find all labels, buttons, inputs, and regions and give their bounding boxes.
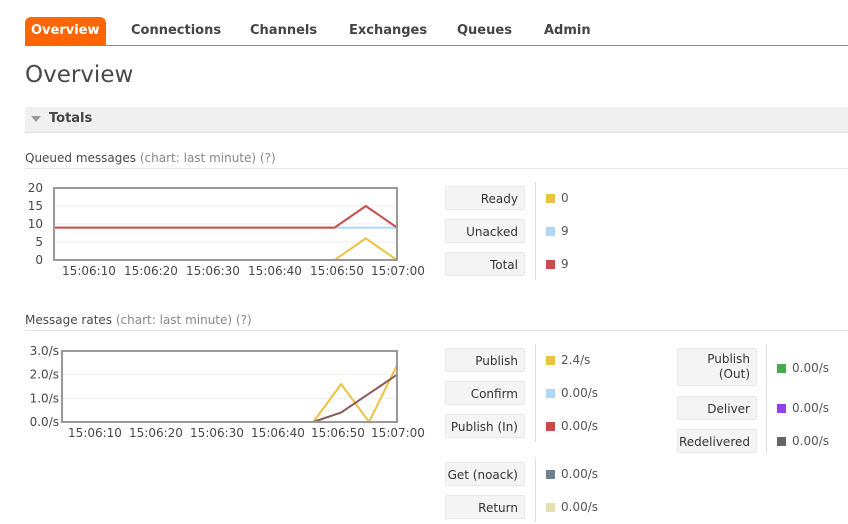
message-rates-chart: 0.0/s 1.0/s 2.0/s 3.0/s 15:06:10 15:06:20 15:0…	[30, 344, 425, 440]
confirm-label: Confirm	[445, 381, 525, 405]
publish-out-swatch	[777, 364, 786, 373]
y-tick-label: 1.0/s	[30, 391, 59, 405]
collapse-triangle-icon	[31, 116, 41, 122]
publish-label: Publish	[445, 348, 525, 372]
confirm-value: 0.00/s	[546, 386, 598, 400]
redelivered-value-text: 0.00/s	[792, 434, 830, 448]
get-noack-swatch	[546, 470, 555, 479]
divider	[535, 344, 536, 442]
publish-in-value-text: 0.00/s	[561, 419, 599, 433]
total-value-text: 9	[561, 257, 569, 271]
deliver-swatch	[777, 404, 786, 413]
publish-value-text: 2.4/s	[561, 353, 591, 367]
publish-swatch	[546, 356, 555, 365]
y-tick-label: 10	[28, 217, 43, 231]
publish-out-label: Publish (Out)	[677, 348, 757, 386]
unacked-label: Unacked	[445, 219, 525, 243]
get-noack-value: 0.00/s	[546, 467, 598, 481]
publish-out-value-text: 0.00/s	[792, 361, 830, 375]
y-tick-label: 0	[35, 253, 43, 267]
tab-connections[interactable]: Connections	[131, 17, 221, 45]
x-tick-label: 15:06:50	[311, 426, 365, 440]
x-tick-label: 15:06:30	[190, 426, 244, 440]
total-value: 9	[546, 257, 569, 271]
return-label: Return	[445, 495, 525, 519]
divider	[25, 168, 848, 169]
x-tick-label: 15:06:10	[62, 264, 116, 278]
divider	[25, 330, 848, 331]
publish-out-value: 0.00/s	[777, 361, 829, 375]
publish-out-label-line1: Publish	[707, 352, 750, 366]
tab-queues[interactable]: Queues	[457, 17, 512, 45]
page-title: Overview	[25, 62, 134, 88]
deliver-value-text: 0.00/s	[792, 401, 830, 415]
return-value-text: 0.00/s	[561, 500, 599, 514]
publish-in-label: Publish (In)	[445, 414, 525, 438]
tab-overview[interactable]: Overview	[25, 17, 106, 45]
get-noack-value-text: 0.00/s	[561, 467, 599, 481]
y-tick-label: 2.0/s	[30, 368, 59, 382]
total-label: Total	[445, 252, 525, 276]
divider	[535, 458, 536, 522]
publish-in-swatch	[546, 422, 555, 431]
main-nav: Overview Connections Channels Exchanges …	[25, 17, 848, 46]
get-noack-label: Get (noack)	[445, 462, 525, 486]
y-tick-label: 15	[28, 199, 43, 213]
queued-messages-chart: 0 5 10 15 20 15:06:10 15:06:20 15:06:30 15:06:40…	[28, 181, 425, 278]
unacked-swatch	[546, 227, 555, 236]
series-line-publish	[62, 364, 398, 424]
queued-help-link[interactable]: (?)	[260, 151, 276, 165]
confirm-swatch	[546, 389, 555, 398]
y-tick-label: 3.0/s	[30, 344, 59, 358]
x-tick-label: 15:06:10	[68, 426, 122, 440]
ready-label: Ready	[445, 186, 525, 210]
rates-help-link[interactable]: (?)	[236, 313, 252, 327]
total-swatch	[546, 260, 555, 269]
unacked-value-text: 9	[561, 224, 569, 238]
return-swatch	[546, 503, 555, 512]
publish-value: 2.4/s	[546, 353, 590, 367]
queued-chart-link[interactable]: (chart: last minute)	[140, 151, 256, 165]
rates-title-text: Message rates	[25, 313, 113, 327]
x-tick-label: 15:06:50	[310, 264, 364, 278]
y-tick-label: 0.0/s	[30, 415, 59, 429]
rates-chart-link[interactable]: (chart: last minute)	[116, 313, 232, 327]
x-tick-label: 15:06:40	[248, 264, 302, 278]
redelivered-label: Redelivered	[677, 429, 757, 453]
y-tick-label: 20	[28, 181, 43, 195]
totals-label: Totals	[49, 111, 93, 126]
deliver-value: 0.00/s	[777, 401, 829, 415]
publish-out-label-line2: (Out)	[718, 367, 750, 381]
totals-section-header[interactable]: Totals	[25, 107, 848, 133]
x-tick-label: 15:06:40	[251, 426, 305, 440]
deliver-label: Deliver	[677, 396, 757, 420]
divider	[766, 344, 767, 454]
tab-admin[interactable]: Admin	[544, 17, 591, 45]
x-tick-label: 15:07:00	[371, 426, 425, 440]
redelivered-swatch	[777, 437, 786, 446]
x-tick-label: 15:06:30	[186, 264, 240, 278]
x-tick-label: 15:06:20	[129, 426, 183, 440]
queued-title-text: Queued messages	[25, 151, 137, 165]
plot-frame	[61, 350, 398, 423]
x-tick-label: 15:06:20	[124, 264, 178, 278]
x-tick-label: 15:07:00	[371, 264, 425, 278]
tab-channels[interactable]: Channels	[250, 17, 317, 45]
publish-in-value: 0.00/s	[546, 419, 598, 433]
divider	[535, 182, 536, 280]
unacked-value: 9	[546, 224, 569, 238]
message-rates-title: Message rates (chart: last minute) (?)	[25, 313, 252, 327]
ready-value: 0	[546, 191, 569, 205]
redelivered-value: 0.00/s	[777, 434, 829, 448]
confirm-value-text: 0.00/s	[561, 386, 599, 400]
y-tick-label: 5	[35, 235, 43, 249]
tab-exchanges[interactable]: Exchanges	[349, 17, 427, 45]
return-value: 0.00/s	[546, 500, 598, 514]
ready-swatch	[546, 194, 555, 203]
ready-value-text: 0	[561, 191, 569, 205]
queued-messages-title: Queued messages (chart: last minute) (?)	[25, 151, 276, 165]
